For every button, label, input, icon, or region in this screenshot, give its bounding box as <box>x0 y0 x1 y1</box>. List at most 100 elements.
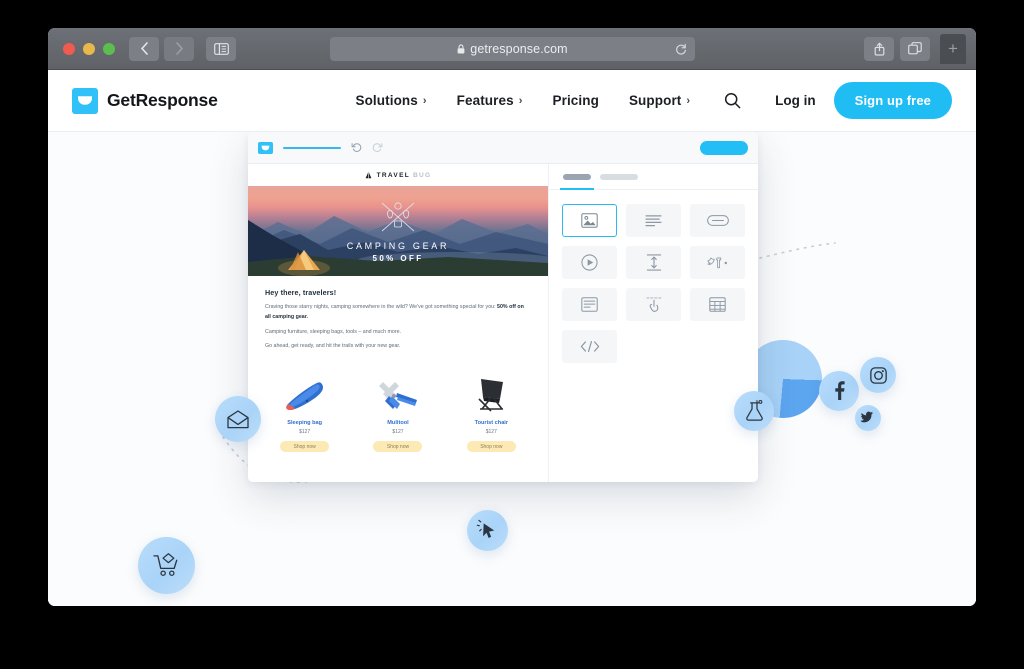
facebook-icon <box>834 381 845 400</box>
maximize-window-button[interactable] <box>103 42 115 55</box>
shopping-cart-icon <box>153 553 178 576</box>
product-price: $127 <box>485 429 497 436</box>
product-card: Tourist chair $127 Shop now <box>447 367 536 453</box>
shop-now-button[interactable]: Shop now <box>373 441 423 453</box>
nav-item-support[interactable]: Support › <box>629 93 690 108</box>
instagram-badge <box>860 357 896 393</box>
close-window-button[interactable] <box>63 42 75 55</box>
email-paragraph-1: Craving those starry nights, camping som… <box>265 303 531 323</box>
cart-badge <box>138 537 195 594</box>
email-copy: Hey there, travelers! Craving those star… <box>248 276 548 361</box>
email-paragraph-3: Go ahead, get ready, and hit the trails … <box>265 343 401 350</box>
sleeping-bag-icon <box>285 382 323 411</box>
address-bar[interactable]: getresponse.com <box>330 36 695 61</box>
play-circle-icon <box>581 254 598 271</box>
text-block-tool[interactable] <box>626 204 681 237</box>
product-card: Mulitool $127 Shop now <box>353 367 442 453</box>
shop-now-button[interactable]: Shop now <box>466 441 516 453</box>
navigation-buttons <box>129 36 196 61</box>
camp-chair-icon <box>478 379 504 412</box>
click-cursor-icon <box>476 519 495 538</box>
brand-name-secondary: BUG <box>412 171 432 179</box>
social-block-tool[interactable] <box>690 246 745 279</box>
product-price: $127 <box>299 429 311 436</box>
spacer-block-tool[interactable] <box>626 246 681 279</box>
search-button[interactable] <box>724 92 741 109</box>
video-block-tool[interactable] <box>562 246 617 279</box>
nav-item-solutions[interactable]: Solutions › <box>355 93 426 108</box>
email-banner-image: CAMPING GEAR 50% OFF <box>248 186 548 276</box>
site-header: GetResponse Solutions › Features › Prici… <box>48 70 976 132</box>
button-block-tool[interactable] <box>690 204 745 237</box>
address-bar-url: getresponse.com <box>470 41 568 56</box>
nav-item-pricing[interactable]: Pricing <box>552 93 598 108</box>
share-icon <box>874 42 884 56</box>
tab-settings[interactable] <box>600 173 638 180</box>
web-page: GetResponse Solutions › Features › Prici… <box>48 70 976 606</box>
redo-icon <box>372 143 383 152</box>
undo-icon <box>351 143 362 152</box>
editor-logo-mark <box>258 141 273 154</box>
reload-icon <box>676 43 686 55</box>
shop-now-button[interactable]: Shop now <box>280 441 330 453</box>
image-block-tool[interactable] <box>562 204 617 237</box>
paragraph-text: Craving those starry nights, camping som… <box>265 304 498 310</box>
nav-label: Solutions <box>355 93 418 108</box>
editor-body: TRAVEL BUG CAMPING GEAR 50% OFF Hey ther… <box>248 164 758 482</box>
nav-label: Features <box>456 93 514 108</box>
brand-name-primary: TRAVEL <box>376 171 410 179</box>
email-editor-card: TRAVEL BUG CAMPING GEAR 50% OFF Hey ther… <box>248 132 758 482</box>
nav-label: Support <box>628 93 682 108</box>
site-logo[interactable]: GetResponse <box>72 87 218 114</box>
text-lines-icon <box>645 215 662 227</box>
banner-text-block: CAMPING GEAR 50% OFF <box>248 241 548 263</box>
chevron-right-icon: › <box>686 94 691 107</box>
sidebar-toggle-button[interactable] <box>206 36 236 61</box>
nav-label: Pricing <box>552 93 599 108</box>
window-controls <box>63 42 115 55</box>
editor-save-button[interactable] <box>700 140 748 155</box>
minimize-window-button[interactable] <box>83 42 95 55</box>
twitter-badge <box>855 405 881 431</box>
forward-button[interactable] <box>164 36 194 61</box>
html-block-tool[interactable] <box>562 330 617 363</box>
undo-button[interactable] <box>351 142 362 153</box>
drag-block-tool[interactable] <box>626 288 681 321</box>
browser-window: getresponse.com + GetResponse Solutions … <box>48 28 976 606</box>
button-pill-icon <box>706 215 729 226</box>
new-tab-button[interactable]: + <box>940 33 966 64</box>
product-image <box>353 367 442 415</box>
product-image <box>260 367 349 415</box>
back-button[interactable] <box>129 36 159 61</box>
lock-icon <box>457 43 465 53</box>
signup-button[interactable]: Sign up free <box>833 82 952 119</box>
drag-hand-icon <box>645 297 662 312</box>
search-icon <box>725 92 741 109</box>
image-icon <box>581 213 598 228</box>
tab-blocks[interactable] <box>560 173 594 190</box>
email-brand-header: TRAVEL BUG <box>248 164 548 186</box>
flask-icon <box>745 399 763 421</box>
click-badge <box>467 510 508 551</box>
table-block-tool[interactable] <box>690 288 745 321</box>
tent-icon <box>365 171 372 179</box>
show-tabs-button[interactable] <box>900 36 930 61</box>
envelope-icon <box>78 96 92 105</box>
product-name: Tourist chair <box>474 420 509 427</box>
email-paragraph-2: Camping furniture, sleeping bags, tools … <box>265 328 402 335</box>
login-link[interactable]: Log in <box>775 93 816 108</box>
article-block-tool[interactable] <box>562 288 617 321</box>
share-button[interactable] <box>864 36 894 61</box>
twitter-icon <box>860 411 874 423</box>
chevron-right-icon: › <box>518 94 523 107</box>
product-card: Sleeping bag $127 Shop now <box>260 367 349 453</box>
redo-button[interactable] <box>372 142 383 153</box>
banner-subtitle: 50% OFF <box>372 254 424 263</box>
reload-button[interactable] <box>675 43 687 55</box>
header-actions: Log in Sign up free <box>775 82 952 119</box>
nav-item-features[interactable]: Features › <box>457 93 523 108</box>
product-name: Sleeping bag <box>287 420 323 427</box>
multitool-icon <box>378 382 417 410</box>
getresponse-logo-mark <box>72 87 98 114</box>
editor-blocks-panel <box>548 164 758 482</box>
